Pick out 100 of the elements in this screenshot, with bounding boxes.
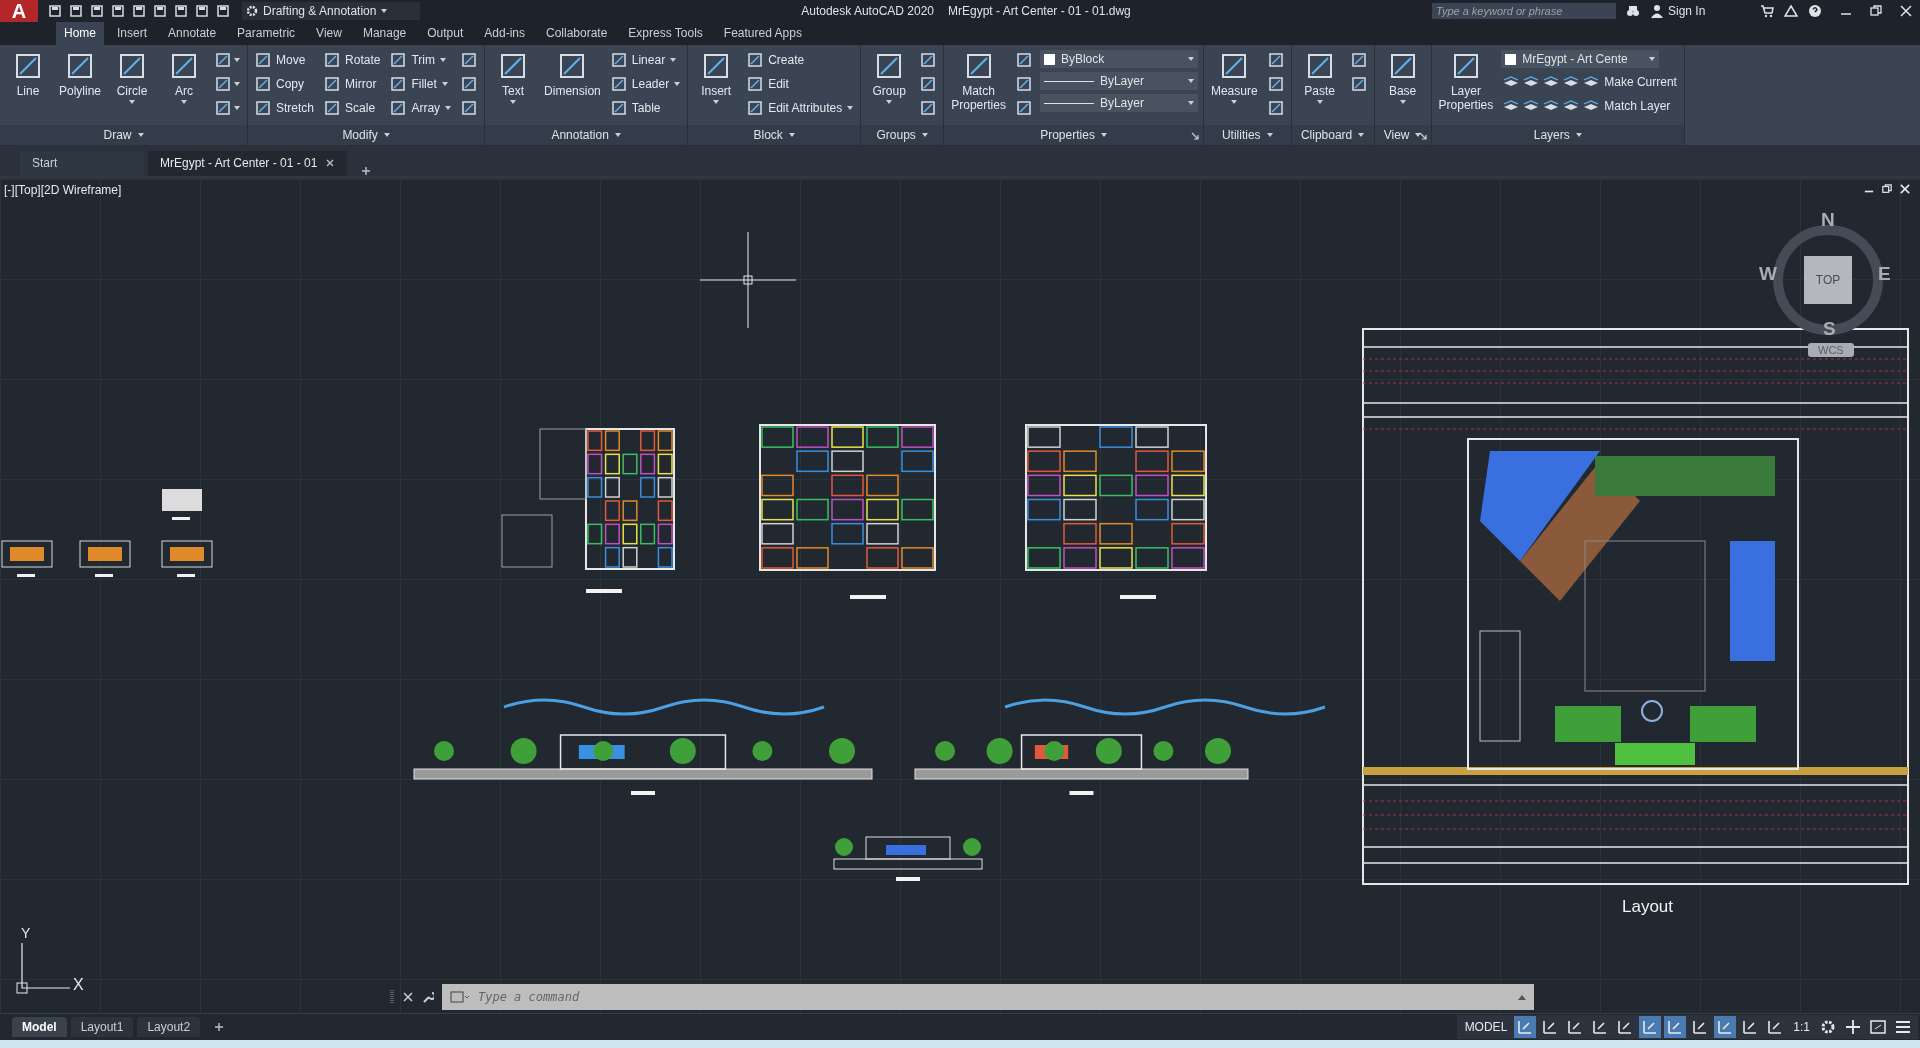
toolbar-icon[interactable]	[195, 4, 209, 18]
tool-button[interactable]: Leader	[608, 73, 683, 95]
search-field[interactable]: Type a keyword or phrase	[1432, 3, 1616, 19]
property-dropdown[interactable]: ByLayer	[1039, 72, 1198, 90]
file-tab[interactable]: Start	[20, 151, 144, 176]
annotation-scale-button[interactable]: 1:1	[1789, 1018, 1814, 1036]
close-icon[interactable]	[402, 991, 414, 1003]
viewcube-face[interactable]: TOP	[1804, 256, 1852, 304]
tool-button[interactable]: Insert	[693, 49, 740, 125]
tool-button[interactable]: Edit Attributes	[745, 97, 856, 119]
dialog-launcher-icon[interactable]	[1418, 132, 1427, 140]
tool-button[interactable]: Move	[253, 49, 317, 71]
command-input[interactable]: Type a command	[476, 989, 1512, 1005]
property-dropdown[interactable]: ByLayer	[1039, 94, 1198, 112]
property-dropdown[interactable]: ByBlock	[1039, 50, 1198, 68]
sign-in-button[interactable]: Sign In	[1650, 4, 1750, 18]
tool-button[interactable]: Dimension	[542, 49, 603, 125]
close-icon[interactable]	[1900, 184, 1910, 194]
model-space-button[interactable]: MODEL	[1460, 1018, 1512, 1036]
status-toggle-icon[interactable]	[1714, 1016, 1737, 1038]
file-tab[interactable]: MrEgypt - Art Center - 01 - 01	[148, 151, 348, 176]
tool-button[interactable]: Mirror	[322, 73, 383, 95]
toolbar-icon[interactable]	[111, 4, 125, 18]
tool-button[interactable]: Text	[490, 49, 537, 125]
tool-button[interactable]: Circle	[109, 49, 156, 125]
tool-button[interactable]: Rotate	[322, 49, 383, 71]
tool-button[interactable]: Layer Properties	[1436, 49, 1496, 125]
tool-button[interactable]: Array	[388, 97, 454, 119]
ribbon-tab[interactable]: Manage	[354, 22, 415, 45]
compass-letter[interactable]: N	[1821, 209, 1835, 231]
help-icon[interactable]	[1808, 4, 1822, 18]
ribbon-tab[interactable]: Output	[419, 22, 472, 45]
panel-title[interactable]: Groups	[876, 128, 916, 142]
tool-button[interactable]: Match Layer	[1581, 95, 1673, 117]
panel-title[interactable]: Draw	[103, 128, 132, 142]
toolbar-icon[interactable]	[90, 4, 104, 18]
panel-title[interactable]: Modify	[342, 128, 378, 142]
toolbar-icon[interactable]	[216, 4, 230, 18]
tool-button[interactable]: Measure	[1208, 49, 1260, 125]
tool-button[interactable]: Linear	[608, 49, 683, 71]
compass-letter[interactable]: E	[1878, 263, 1891, 285]
dialog-launcher-icon[interactable]	[1190, 132, 1199, 140]
viewport-controls-label[interactable]: [-][Top][2D Wireframe]	[4, 183, 122, 197]
tool-button[interactable]: Match Properties	[949, 49, 1008, 125]
panel-title[interactable]: Utilities	[1221, 128, 1261, 142]
tool-button[interactable]: Polyline	[57, 49, 104, 125]
tool-button[interactable]: Base	[1379, 49, 1426, 125]
ribbon-tab[interactable]: Parametric	[229, 22, 304, 45]
status-toggle-icon[interactable]	[1639, 1016, 1662, 1038]
tool-button[interactable]: Make Current	[1581, 71, 1679, 93]
cart-icon[interactable]	[1760, 4, 1774, 18]
close-icon[interactable]	[1900, 5, 1912, 17]
wrench-icon[interactable]	[422, 991, 434, 1003]
tool-button[interactable]: Create	[745, 49, 856, 71]
layout-tab[interactable]: Layout1	[70, 1017, 134, 1037]
tool-button[interactable]: Copy	[253, 73, 317, 95]
tool-button[interactable]: Fillet	[388, 73, 454, 95]
binoculars-icon[interactable]	[1626, 4, 1640, 18]
close-icon[interactable]	[325, 158, 336, 168]
ribbon-tab[interactable]: Add-ins	[476, 22, 533, 45]
tool-button[interactable]: Arc	[161, 49, 208, 125]
ribbon-tab[interactable]: Home	[56, 22, 104, 45]
app-logo[interactable]: A	[0, 0, 38, 22]
tool-button[interactable]: Table	[608, 97, 683, 119]
restore-icon[interactable]	[1870, 5, 1882, 17]
ribbon-tab[interactable]: Collaborate	[538, 22, 616, 45]
ribbon-tab[interactable]: Annotate	[160, 22, 225, 45]
grip-icon[interactable]	[390, 989, 394, 1005]
tool-button[interactable]: Edit	[745, 73, 856, 95]
panel-title[interactable]: Layers	[1533, 128, 1570, 142]
panel-title[interactable]: Annotation	[551, 128, 609, 142]
drawing-area[interactable]: [-][Top][2D Wireframe] N W TOP E S WCS Layout Y X Type a command	[0, 176, 1920, 1013]
add-layout-icon[interactable]	[214, 1022, 225, 1032]
restore-icon[interactable]	[1882, 184, 1892, 194]
command-field[interactable]: Type a command	[442, 984, 1534, 1010]
compass-letter[interactable]: W	[1759, 263, 1777, 285]
ribbon-tab[interactable]: Featured Apps	[715, 22, 810, 45]
tool-button[interactable]: Paste	[1296, 49, 1343, 125]
panel-title[interactable]: Block	[753, 128, 783, 142]
add-tab-icon[interactable]	[361, 166, 372, 176]
panel-title[interactable]: View	[1383, 128, 1410, 142]
tool-button[interactable]: Trim	[388, 49, 454, 71]
toolbar-icon[interactable]	[174, 4, 188, 18]
panel-title[interactable]: Properties	[1040, 128, 1095, 142]
toolbar-icon[interactable]	[48, 4, 62, 18]
ribbon-tab[interactable]: Insert	[109, 22, 156, 45]
workspace-dropdown[interactable]: Drafting & Annotation	[242, 2, 420, 20]
triangle-icon[interactable]	[1784, 4, 1798, 18]
ribbon-tab[interactable]: View	[308, 22, 350, 45]
layout-tab[interactable]: Model	[12, 1017, 67, 1037]
history-caret-icon[interactable]	[1518, 994, 1526, 1000]
toolbar-icon[interactable]	[153, 4, 167, 18]
compass-letter[interactable]: S	[1823, 318, 1836, 340]
tool-button[interactable]: Scale	[322, 97, 383, 119]
toolbar-icon[interactable]	[132, 4, 146, 18]
toolbar-icon[interactable]	[69, 4, 83, 18]
property-dropdown[interactable]: MrEgypt - Art Cente	[1501, 50, 1660, 68]
status-toggle-icon[interactable]	[1514, 1016, 1537, 1038]
layout-tab[interactable]: Layout2	[137, 1017, 201, 1037]
status-toggle-icon[interactable]	[1664, 1016, 1687, 1038]
